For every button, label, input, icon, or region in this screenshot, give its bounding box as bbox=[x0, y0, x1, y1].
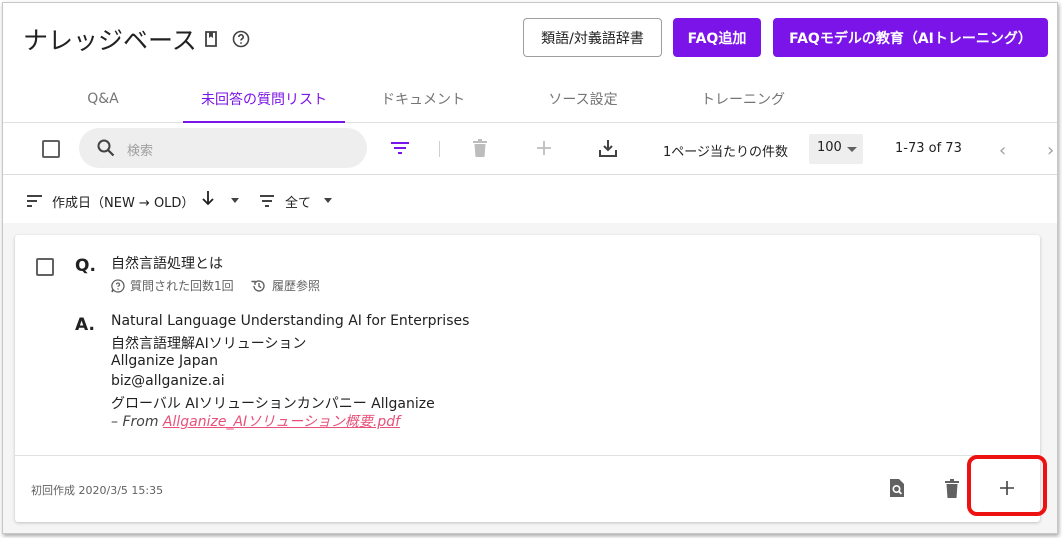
book-icon[interactable] bbox=[202, 30, 220, 48]
tab-bar: Q&A 未回答の質問リスト ドキュメント ソース設定 トレーニング bbox=[3, 75, 1057, 123]
tab-label: Q&A bbox=[87, 90, 119, 107]
created-date: 2020/3/5 15:35 bbox=[78, 484, 164, 497]
filter-caret-icon[interactable] bbox=[324, 198, 332, 203]
tab-label: 未回答の質問リスト bbox=[201, 91, 327, 108]
source-file-link[interactable]: Allganize_AIソリューション概要.pdf bbox=[163, 414, 400, 430]
toolbar-divider bbox=[439, 141, 440, 157]
search-document-icon[interactable] bbox=[884, 475, 910, 501]
tab-label: ドキュメント bbox=[381, 91, 465, 108]
chevron-left-icon[interactable]: ‹ bbox=[999, 140, 1006, 161]
card-divider bbox=[15, 455, 1040, 456]
select-all-checkbox[interactable] bbox=[42, 140, 60, 158]
tab-documents[interactable]: ドキュメント bbox=[363, 75, 483, 122]
delete-icon[interactable] bbox=[939, 475, 965, 501]
sort-caret-icon[interactable] bbox=[231, 198, 239, 203]
created-label: 初回作成 bbox=[31, 484, 75, 497]
tab-label: ソース設定 bbox=[548, 91, 618, 108]
trash-icon[interactable] bbox=[469, 137, 491, 159]
add-faq-button[interactable]: FAQ追加 bbox=[673, 18, 761, 57]
created-info: 初回作成 2020/3/5 15:35 bbox=[31, 482, 163, 498]
question-text: 自然言語処理とは bbox=[111, 256, 223, 272]
history-text: 履歴参照 bbox=[272, 279, 321, 293]
answer-line: biz@allganize.ai bbox=[111, 373, 225, 389]
answer-line: Allganize Japan bbox=[111, 353, 219, 369]
app-window: ナレッジベース 類語/対義語辞書 FAQ追加 FAQモデルの教育（AIトレーニン… bbox=[2, 2, 1058, 534]
search-input[interactable]: 検索 bbox=[79, 128, 367, 168]
answer-source: – From Allganize_AIソリューション概要.pdf bbox=[111, 411, 400, 431]
plus-icon[interactable] bbox=[533, 137, 555, 159]
question-checkbox[interactable] bbox=[36, 258, 54, 276]
answer-line: Natural Language Understanding AI for En… bbox=[111, 313, 470, 329]
history-icon bbox=[251, 279, 266, 293]
question-mark-icon bbox=[111, 278, 125, 293]
tab-label: トレーニング bbox=[701, 91, 785, 108]
chevron-right-icon[interactable]: › bbox=[1047, 140, 1054, 161]
per-page-value: 100 bbox=[817, 140, 842, 155]
search-placeholder: 検索 bbox=[127, 144, 154, 159]
per-page-label: 1ページ当たりの件数 bbox=[663, 145, 789, 160]
tab-qa[interactable]: Q&A bbox=[59, 75, 147, 122]
answer-marker: A. bbox=[75, 315, 95, 335]
pagination-range: 1-73 of 73 bbox=[895, 141, 962, 156]
sort-label[interactable]: 作成日（NEW → OLD） bbox=[52, 192, 194, 211]
source-prefix: – From bbox=[111, 414, 163, 430]
sort-icon[interactable] bbox=[27, 192, 43, 211]
history-link[interactable]: 履歴参照 bbox=[251, 277, 320, 294]
toolbar: 検索 1ページ当たりの件数 100 1-73 of 73 ‹ › bbox=[3, 123, 1057, 175]
asked-count-text: 質問された回数1回 bbox=[130, 279, 234, 293]
train-faq-model-button[interactable]: FAQモデルの教育（AIトレーニング） bbox=[773, 18, 1048, 57]
tab-unanswered-questions[interactable]: 未回答の質問リスト bbox=[183, 75, 345, 123]
caret-down-icon bbox=[847, 147, 857, 152]
sort-bar: 作成日（NEW → OLD） 全て bbox=[3, 175, 1057, 223]
highlight-box bbox=[967, 455, 1047, 516]
tab-source-settings[interactable]: ソース設定 bbox=[523, 75, 643, 122]
asked-count: 質問された回数1回 bbox=[111, 277, 234, 294]
filter-icon[interactable] bbox=[389, 137, 411, 159]
question-card: Q. 自然言語処理とは 質問された回数1回 履歴参照 A. Natural La… bbox=[15, 235, 1047, 522]
help-circle-icon[interactable] bbox=[232, 30, 250, 48]
answer-line: グローバル AIソリューションカンパニー Allganize bbox=[111, 396, 435, 412]
synonyms-dictionary-button[interactable]: 類語/対義語辞書 bbox=[523, 18, 662, 57]
arrow-down-icon[interactable] bbox=[201, 190, 215, 210]
answer-line: 自然言語理解AIソリューション bbox=[111, 336, 307, 352]
search-icon bbox=[97, 139, 115, 161]
page-title: ナレッジベース bbox=[23, 26, 197, 55]
filter-lines-icon[interactable] bbox=[259, 192, 275, 211]
filter-label[interactable]: 全て bbox=[285, 192, 311, 211]
per-page-select[interactable]: 100 bbox=[809, 134, 863, 164]
tab-training[interactable]: トレーニング bbox=[683, 75, 803, 122]
download-icon[interactable] bbox=[597, 137, 619, 159]
header: ナレッジベース 類語/対義語辞書 FAQ追加 FAQモデルの教育（AIトレーニン… bbox=[3, 3, 1057, 75]
question-marker: Q. bbox=[75, 256, 96, 276]
